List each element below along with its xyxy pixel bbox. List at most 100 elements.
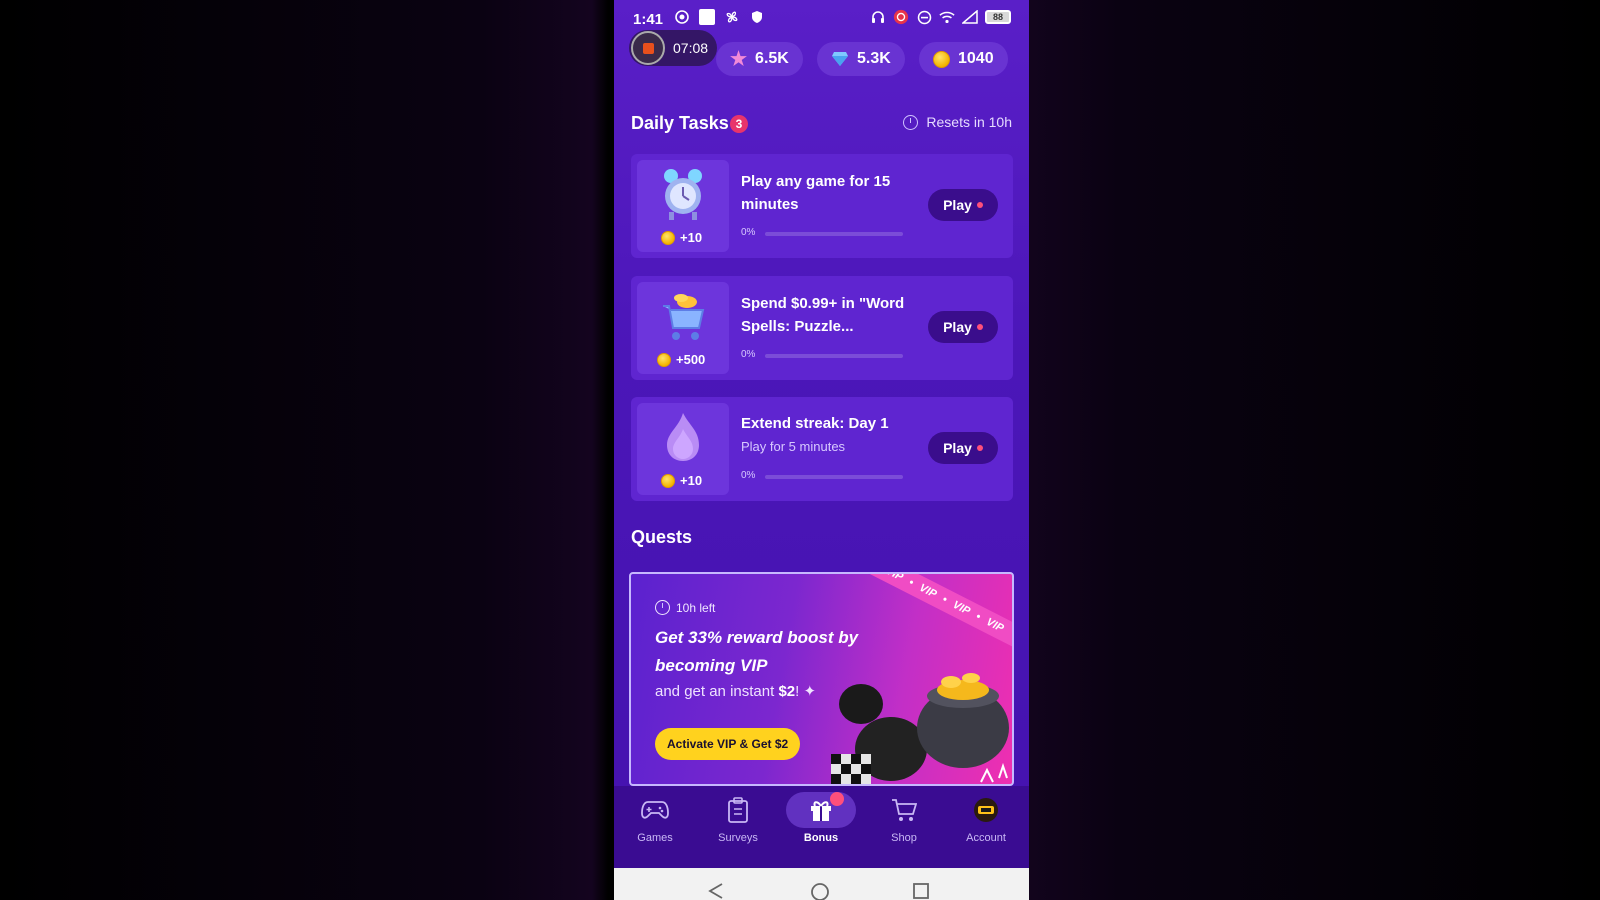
task-reward-value: +500 (676, 352, 706, 367)
shopping-cart-coins-icon (663, 294, 705, 340)
vip-ribbon-text: VIP (984, 615, 1006, 635)
daily-tasks-title: Daily Tasks (631, 113, 729, 133)
cell-signal-icon (962, 9, 978, 25)
activate-vip-button[interactable]: Activate VIP & Get $2 (655, 728, 801, 760)
notification-dot (976, 202, 983, 208)
task-reward: +10 (661, 473, 702, 488)
task-title: Play any game for 15 minutes (741, 173, 891, 213)
avatar-icon (972, 796, 1000, 824)
screen-recording-overlay[interactable]: 07:08 (629, 30, 717, 66)
ribbon-dot: • (906, 576, 916, 589)
quest-subtitle-amount: $2 (778, 683, 796, 700)
task-thumbnail: +10 (637, 403, 729, 495)
back-icon[interactable] (708, 882, 724, 900)
notification-square-icon (699, 9, 715, 25)
task-title: Extend streak: Day 1 (741, 415, 889, 432)
task-reward: +10 (661, 230, 702, 245)
sparkle-icon: ✦ (803, 683, 817, 700)
alarm-clock-icon (664, 169, 702, 220)
task-play-button[interactable]: Play (928, 189, 998, 221)
wifi-icon (939, 9, 955, 25)
nav-surveys[interactable]: Surveys (703, 796, 773, 844)
stars-balance[interactable]: ★ 6.5K (716, 42, 803, 76)
stop-recording-icon[interactable] (631, 31, 665, 65)
flame-icon (667, 413, 699, 461)
ribbon-dot: • (973, 610, 983, 624)
task-reward-value: +10 (680, 230, 703, 245)
quest-time-left: 10h left (655, 600, 715, 615)
bonus-notification-dot (830, 792, 844, 806)
status-icons-left (674, 9, 765, 25)
vip-ribbon-text: VIP (917, 581, 939, 601)
clipboard-icon (724, 796, 752, 824)
screen-record-icon (674, 9, 690, 25)
vip-quest-banner[interactable]: VIP • VIP • VIP • VIP • VIP 10h left Get… (629, 572, 1014, 786)
resets-timer: Resets in 10h (903, 114, 1012, 130)
task-card[interactable]: +500 Spend $0.99+ in "Word Spells: Puzzl… (631, 276, 1013, 380)
task-progress-bar (765, 232, 903, 236)
nav-account[interactable]: Account (951, 796, 1021, 844)
task-progress-bar (765, 354, 903, 358)
coin-icon (661, 473, 675, 488)
nav-label: Bonus (803, 832, 839, 844)
coins-balance[interactable]: 1040 (919, 42, 1008, 76)
play-button-label: Play (943, 440, 972, 456)
task-title: Spend $0.99+ in "Word Spells: Puzzle... (741, 295, 905, 335)
gems-value: 5.3K (857, 50, 891, 67)
cart-icon (890, 796, 918, 824)
task-progress-bar (765, 475, 903, 479)
resets-text: Resets in 10h (926, 114, 1012, 130)
screen-background: 1:41 88 07:08 ★ 6.5K 5.3K 1040 Daily Tas… (0, 0, 1600, 900)
recent-apps-icon[interactable] (912, 882, 930, 900)
recording-timer: 07:08 (673, 40, 709, 56)
status-time: 1:41 (633, 11, 664, 28)
star-icon: ★ (730, 48, 748, 70)
notification-dot (976, 324, 983, 330)
phone-screen: 1:41 88 07:08 ★ 6.5K 5.3K 1040 Daily Tas… (614, 0, 1029, 900)
headphones-icon (870, 9, 886, 25)
coins-value: 1040 (958, 50, 994, 67)
treasure-pot-illustration: ✦ (831, 673, 1009, 784)
task-thumbnail: +10 (637, 160, 729, 252)
task-reward-value: +10 (680, 473, 703, 488)
task-thumbnail: +500 (637, 282, 729, 374)
nav-label: Games (637, 832, 673, 844)
record-indicator-icon (893, 9, 909, 25)
task-progress-text: 0% (741, 349, 756, 360)
vip-ribbon-text: VIP (883, 572, 906, 584)
clock-icon (903, 114, 919, 130)
task-reward: +500 (657, 352, 705, 367)
task-progress-text: 0% (741, 470, 756, 481)
bottom-navigation: Games Surveys Bonus Shop Account (614, 786, 1029, 868)
nav-games[interactable]: Games (620, 796, 690, 844)
home-icon[interactable] (810, 882, 830, 900)
shield-icon (749, 9, 765, 25)
system-navigation-bar (614, 868, 1029, 900)
task-subtitle: Play for 5 minutes (741, 439, 846, 454)
notification-dot (976, 445, 983, 451)
task-play-button[interactable]: Play (928, 432, 998, 464)
gems-balance[interactable]: 5.3K (817, 42, 905, 76)
task-card[interactable]: +10 Extend streak: Day 1 Play for 5 minu… (631, 397, 1013, 501)
quest-time-left-text: 10h left (676, 600, 716, 615)
daily-tasks-count-badge: 3 (730, 115, 748, 133)
ribbon-dot: • (940, 593, 950, 606)
nav-label: Surveys (718, 832, 758, 844)
nav-bonus[interactable]: Bonus (786, 792, 856, 844)
nav-label: Account (966, 832, 1006, 844)
battery-indicator: 88 (985, 10, 1011, 24)
do-not-disturb-icon (916, 9, 932, 25)
task-play-button[interactable]: Play (928, 311, 998, 343)
stars-value: 6.5K (755, 50, 789, 67)
task-card[interactable]: +10 Play any game for 15 minutes 0% Play (631, 154, 1013, 258)
nav-label: Shop (891, 832, 917, 844)
coin-icon (933, 50, 950, 68)
quests-title: Quests (631, 527, 693, 547)
fan-icon (724, 9, 740, 25)
task-progress-text: 0% (741, 227, 756, 238)
coin-icon (661, 230, 675, 245)
play-button-label: Play (943, 197, 972, 213)
nav-shop[interactable]: Shop (869, 796, 939, 844)
clock-icon (655, 600, 670, 615)
gem-icon (832, 52, 848, 66)
